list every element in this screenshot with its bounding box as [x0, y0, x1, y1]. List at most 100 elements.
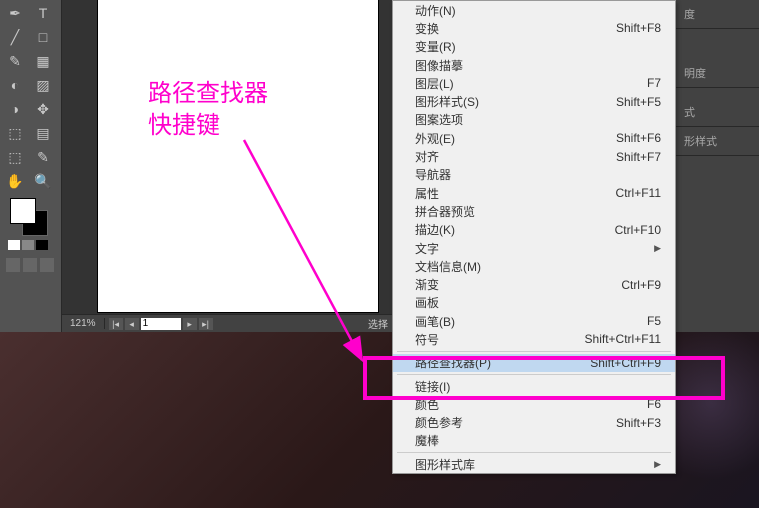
scale-tool[interactable]: ▨ [30, 74, 56, 96]
menu-item-25[interactable]: 魔棒 [393, 432, 675, 450]
menu-item-label: 变换 [415, 20, 439, 37]
menu-item-shortcut: F7 [647, 76, 661, 90]
free-transform-tool[interactable]: ✥ [30, 98, 56, 120]
artboard[interactable] [98, 0, 378, 312]
menu-item-18[interactable]: 符号Shift+Ctrl+F11 [393, 330, 675, 348]
menu-item-3[interactable]: 图像描摹 [393, 56, 675, 74]
menu-item-1[interactable]: 变换 Shift+F8 [393, 19, 675, 37]
panel-tab-3[interactable]: 式 [676, 98, 759, 127]
pen-tool[interactable]: ✒ [2, 2, 28, 24]
menu-item-4[interactable]: 图层(L) F7 [393, 74, 675, 92]
menu-item-label: 颜色参考 [415, 414, 463, 431]
menu-item-shortcut: Shift+F7 [616, 150, 661, 164]
menu-item-10[interactable]: 属性 Ctrl+F11 [393, 184, 675, 202]
screen-mode-3-icon[interactable] [40, 258, 54, 272]
status-bar: 121% |◂ ◂ 1 ▸ ▸| 选择 [62, 314, 392, 332]
zoom-display[interactable]: 121% [62, 318, 105, 329]
menu-item-shortcut: Shift+F5 [616, 95, 661, 109]
gradient-tool[interactable]: ▤ [30, 122, 56, 144]
menu-item-label: 拼合器预览 [415, 203, 475, 220]
menu-item-20[interactable]: 路径查找器(P) Shift+Ctrl+F9 [393, 354, 675, 372]
menu-item-11[interactable]: 拼合器预览 [393, 202, 675, 220]
menu-item-shortcut: F5 [647, 314, 661, 328]
menu-item-label: 图层(L) [415, 75, 454, 92]
menu-item-15[interactable]: 渐变 Ctrl+F9 [393, 275, 675, 293]
menu-item-13[interactable]: 文字 ▶ [393, 239, 675, 257]
color-chip[interactable] [8, 240, 20, 250]
nav-next-icon[interactable]: ▸ [183, 318, 197, 330]
panel-tab-2[interactable]: 明度 [676, 59, 759, 88]
menu-item-label: 对齐 [415, 148, 439, 165]
page-number-input[interactable]: 1 [141, 318, 181, 330]
menu-item-label: 图案选项 [415, 111, 463, 128]
line-tool[interactable]: ╱ [2, 26, 28, 48]
brush-tool[interactable]: ✎ [2, 50, 28, 72]
menu-item-17[interactable]: 画笔(B) F5 [393, 312, 675, 330]
menu-item-label: 图形样式库 [415, 456, 475, 473]
menu-item-7[interactable]: 外观(E) Shift+F6 [393, 129, 675, 147]
fill-color-swatch[interactable] [10, 198, 36, 224]
width-tool[interactable]: ◑ [2, 98, 28, 120]
submenu-arrow-icon: ▶ [654, 243, 661, 254]
menu-item-shortcut: Shift+F6 [616, 131, 661, 145]
menu-item-shortcut: F6 [647, 397, 661, 411]
menu-item-12[interactable]: 描边(K) Ctrl+F10 [393, 221, 675, 239]
tools-panel: ✒ T ╱ □ ✎ ▦ ◐ ▨ ◑ ✥ ⬚ ▤ ⬚ ✎ ✋ 🔍 [0, 0, 62, 332]
color-swatches [2, 196, 59, 252]
menu-item-label: 图像描摹 [415, 57, 463, 74]
panel-tab-4[interactable]: 形样式 [676, 127, 759, 156]
zoom-tool[interactable]: 🔍 [30, 170, 56, 192]
menu-item-label: 属性 [415, 185, 439, 202]
menu-item-label: 符号 [415, 331, 439, 348]
screen-mode-icon[interactable] [6, 258, 20, 272]
menu-item-23[interactable]: 颜色 F6 [393, 395, 675, 413]
menu-item-label: 路径查找器(P) [415, 354, 491, 371]
window-menu: 动作(N)变换 Shift+F8 变量(R)图像描摹图层(L) F7 图形样式(S) Sh… [392, 0, 676, 474]
menu-item-shortcut: Ctrl+F9 [621, 278, 661, 292]
menu-item-shortcut: Ctrl+F11 [616, 186, 661, 200]
menu-item-label: 魔棒 [415, 432, 439, 449]
menu-item-label: 导航器 [415, 166, 451, 183]
hand-tool[interactable]: ✋ [2, 170, 28, 192]
menu-item-shortcut: Shift+F3 [616, 416, 661, 430]
menu-item-9[interactable]: 导航器 [393, 166, 675, 184]
menu-item-22[interactable]: 链接(I) [393, 377, 675, 395]
menu-item-shortcut: Shift+F8 [616, 21, 661, 35]
menu-item-label: 描边(K) [415, 221, 455, 238]
menu-item-8[interactable]: 对齐 Shift+F7 [393, 147, 675, 165]
nav-first-icon[interactable]: |◂ [109, 318, 123, 330]
shape-builder-tool[interactable]: ⬚ [2, 122, 28, 144]
menu-item-label: 外观(E) [415, 130, 455, 147]
menu-item-label: 画板 [415, 294, 439, 311]
nav-last-icon[interactable]: ▸| [199, 318, 213, 330]
menu-item-27[interactable]: 图形样式库▶ [393, 455, 675, 473]
menu-separator [397, 374, 671, 375]
eyedropper-tool[interactable]: ✎ [30, 146, 56, 168]
menu-item-label: 图形样式(S) [415, 93, 479, 110]
menu-item-0[interactable]: 动作(N) [393, 1, 675, 19]
menu-item-shortcut: Ctrl+F10 [615, 223, 661, 237]
mesh-tool[interactable]: ▦ [30, 50, 56, 72]
gradient-chip[interactable] [22, 240, 34, 250]
menu-item-label: 文字 [415, 240, 439, 257]
artboard-tool[interactable]: ⬚ [2, 146, 28, 168]
type-tool[interactable]: T [30, 2, 56, 24]
nav-prev-icon[interactable]: ◂ [125, 318, 139, 330]
menu-item-6[interactable]: 图案选项 [393, 111, 675, 129]
menu-item-24[interactable]: 颜色参考 Shift+F3 [393, 414, 675, 432]
menu-item-2[interactable]: 变量(R) [393, 38, 675, 56]
none-chip[interactable] [36, 240, 48, 250]
panel-tab-1[interactable]: 度 [676, 0, 759, 29]
menu-item-shortcut: Shift+Ctrl+F9 [590, 356, 661, 370]
menu-item-label: 颜色 [415, 396, 439, 413]
menu-item-label: 链接(I) [415, 378, 450, 395]
menu-item-5[interactable]: 图形样式(S) Shift+F5 [393, 92, 675, 110]
rotate-tool[interactable]: ◐ [2, 74, 28, 96]
menu-item-label: 渐变 [415, 276, 439, 293]
menu-item-14[interactable]: 文档信息(M) [393, 257, 675, 275]
screen-mode-2-icon[interactable] [23, 258, 37, 272]
menu-item-label: 画笔(B) [415, 313, 455, 330]
menu-item-label: 文档信息(M) [415, 258, 481, 275]
rectangle-tool[interactable]: □ [30, 26, 56, 48]
menu-item-16[interactable]: 画板 [393, 294, 675, 312]
